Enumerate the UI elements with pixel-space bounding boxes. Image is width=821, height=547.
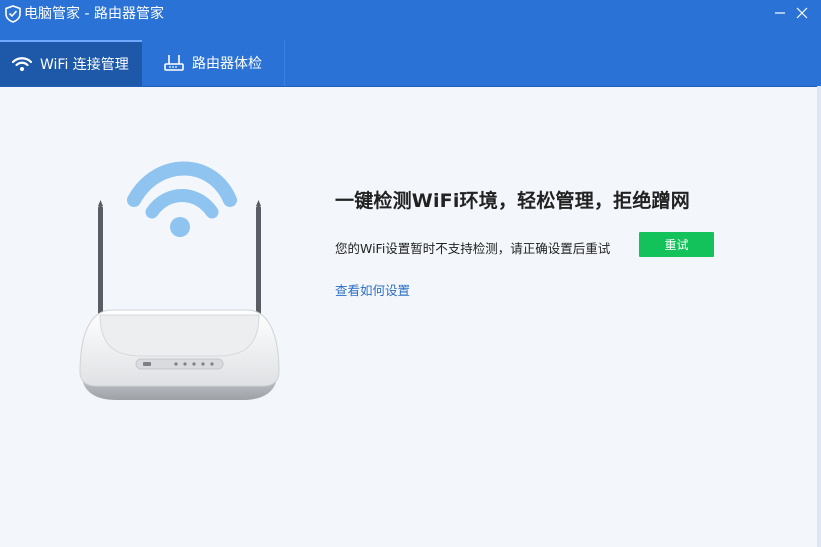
close-icon (796, 4, 808, 23)
tab-label: 路由器体检 (192, 56, 262, 72)
minimize-button[interactable] (770, 3, 790, 23)
title-bar: 电脑管家 - 路由器管家 (0, 0, 821, 40)
app-title: 电脑管家 - 路由器管家 (5, 5, 164, 23)
close-button[interactable] (792, 3, 812, 23)
tab-wifi-management[interactable]: WiFi 连接管理 (0, 40, 142, 86)
router-icon (164, 54, 184, 72)
window-edge (817, 86, 821, 547)
shield-logo-icon (5, 5, 21, 23)
status-message: 您的WiFi设置暂时不支持检测，请正确设置后重试 (335, 241, 611, 256)
wifi-icon (12, 56, 32, 72)
minimize-icon (774, 4, 786, 23)
window-title: 电脑管家 - 路由器管家 (24, 6, 164, 22)
tab-label: WiFi 连接管理 (40, 57, 129, 73)
how-to-setup-link[interactable]: 查看如何设置 (335, 280, 410, 299)
tab-router-checkup[interactable]: 路由器体检 (142, 40, 285, 86)
tab-bar: WiFi 连接管理 路由器体检 (0, 40, 821, 87)
router-wifi-illustration (72, 160, 287, 409)
retry-button[interactable]: 重试 (639, 232, 714, 257)
page-headline: 一键检测WiFi环境，轻松管理，拒绝蹭网 (335, 190, 690, 212)
